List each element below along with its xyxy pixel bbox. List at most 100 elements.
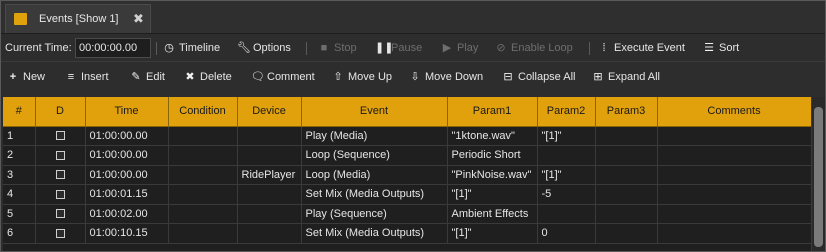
- param2-cell[interactable]: [537, 204, 596, 224]
- checkbox[interactable]: [55, 131, 65, 141]
- move-up-button[interactable]: ⇧ Move Up: [332, 69, 392, 85]
- current-time-input[interactable]: 00:00:00.00: [75, 38, 151, 58]
- condition-cell[interactable]: [168, 165, 238, 185]
- param1-cell[interactable]: "PinkNoise.wav": [447, 165, 538, 185]
- column-header-d[interactable]: D: [35, 97, 86, 127]
- insert-button[interactable]: ≡ Insert: [65, 69, 109, 85]
- time-cell[interactable]: 01:00:10.15: [85, 223, 169, 244]
- param2-cell[interactable]: [537, 145, 596, 166]
- column-header-number[interactable]: #: [3, 97, 36, 127]
- event-cell[interactable]: Set Mix (Media Outputs): [301, 223, 448, 244]
- sort-button[interactable]: ☰ Sort: [703, 40, 739, 56]
- comments-cell[interactable]: [657, 184, 811, 205]
- table-row[interactable]: 3 01:00:00.00 RidePlayer Loop (Media) "P…: [3, 165, 811, 185]
- column-header-param1[interactable]: Param1: [447, 97, 538, 127]
- column-header-event[interactable]: Event: [301, 97, 448, 127]
- time-cell[interactable]: 01:00:00.00: [85, 145, 169, 166]
- disabled-checkbox[interactable]: [35, 223, 86, 244]
- column-header-param3[interactable]: Param3: [595, 97, 658, 127]
- comments-cell[interactable]: [657, 165, 811, 185]
- param3-cell[interactable]: [595, 184, 658, 205]
- event-cell[interactable]: Loop (Sequence): [301, 145, 448, 166]
- device-cell[interactable]: [237, 204, 302, 224]
- param1-cell[interactable]: "[1]": [447, 184, 538, 205]
- edit-button[interactable]: ✎ Edit: [130, 69, 165, 85]
- column-header-param2[interactable]: Param2: [537, 97, 596, 127]
- param3-cell[interactable]: [595, 204, 658, 224]
- new-button[interactable]: + New: [7, 69, 45, 85]
- device-cell[interactable]: [237, 145, 302, 166]
- delete-button[interactable]: ✖ Delete: [184, 69, 231, 85]
- param3-cell[interactable]: [595, 223, 658, 244]
- time-cell[interactable]: 01:00:00.00: [85, 126, 169, 146]
- checkbox[interactable]: [55, 209, 65, 219]
- disabled-checkbox[interactable]: [35, 165, 86, 185]
- condition-cell[interactable]: [168, 184, 238, 205]
- event-cell[interactable]: Loop (Media): [301, 165, 448, 185]
- comments-cell[interactable]: [657, 145, 811, 166]
- toolbar-separator: [589, 42, 590, 55]
- vertical-scrollbar[interactable]: [811, 97, 825, 251]
- param2-cell[interactable]: 0: [537, 223, 596, 244]
- device-cell[interactable]: [237, 126, 302, 146]
- param3-cell[interactable]: [595, 145, 658, 166]
- comment-button[interactable]: 🗨︎ Comment: [251, 69, 315, 85]
- close-icon[interactable]: ✖: [133, 11, 144, 27]
- checkbox[interactable]: [55, 150, 65, 160]
- stop-button[interactable]: ■ Stop: [318, 40, 357, 56]
- comments-cell[interactable]: [657, 126, 811, 146]
- disabled-checkbox[interactable]: [35, 204, 86, 224]
- table-row[interactable]: 5 01:00:02.00 Play (Sequence) Ambient Ef…: [3, 204, 811, 224]
- device-cell[interactable]: RidePlayer: [237, 165, 302, 185]
- toolbar-separator: [156, 42, 157, 55]
- param1-cell[interactable]: "[1]": [447, 223, 538, 244]
- checkbox[interactable]: [55, 228, 65, 238]
- scrollbar-thumb[interactable]: [814, 107, 823, 247]
- disabled-checkbox[interactable]: [35, 145, 86, 166]
- param3-cell[interactable]: [595, 126, 658, 146]
- event-cell[interactable]: Play (Media): [301, 126, 448, 146]
- time-cell[interactable]: 01:00:02.00: [85, 204, 169, 224]
- param2-cell[interactable]: -5: [537, 184, 596, 205]
- time-cell[interactable]: 01:00:00.00: [85, 165, 169, 185]
- column-header-condition[interactable]: Condition: [168, 97, 238, 127]
- comments-cell[interactable]: [657, 223, 811, 244]
- event-cell[interactable]: Set Mix (Media Outputs): [301, 184, 448, 205]
- timeline-button[interactable]: ◷ Timeline: [163, 40, 220, 56]
- checkbox[interactable]: [55, 189, 65, 199]
- device-cell[interactable]: [237, 223, 302, 244]
- table-row[interactable]: 6 01:00:10.15 Set Mix (Media Outputs) "[…: [3, 223, 811, 244]
- param1-cell[interactable]: Periodic Short: [447, 145, 538, 166]
- enable-loop-button[interactable]: ⊘ Enable Loop: [495, 40, 572, 56]
- collapse-all-button[interactable]: ⊟ Collapse All: [502, 69, 575, 85]
- comments-cell[interactable]: [657, 204, 811, 224]
- param2-cell[interactable]: "[1]": [537, 165, 596, 185]
- condition-cell[interactable]: [168, 126, 238, 146]
- param1-cell[interactable]: "1ktone.wav": [447, 126, 538, 146]
- checkbox[interactable]: [55, 170, 65, 180]
- table-row[interactable]: 2 01:00:00.00 Loop (Sequence) Periodic S…: [3, 145, 811, 166]
- play-button[interactable]: ▶ Play: [441, 40, 479, 56]
- event-cell[interactable]: Play (Sequence): [301, 204, 448, 224]
- param3-cell[interactable]: [595, 165, 658, 185]
- column-header-time[interactable]: Time: [85, 97, 169, 127]
- expand-all-button[interactable]: ⊞ Expand All: [592, 69, 660, 85]
- device-cell[interactable]: [237, 184, 302, 205]
- column-header-device[interactable]: Device: [237, 97, 302, 127]
- table-row[interactable]: 4 01:00:01.15 Set Mix (Media Outputs) "[…: [3, 184, 811, 205]
- options-button[interactable]: 🔧︎ Options: [237, 40, 291, 56]
- param1-cell[interactable]: Ambient Effects: [447, 204, 538, 224]
- condition-cell[interactable]: [168, 145, 238, 166]
- condition-cell[interactable]: [168, 223, 238, 244]
- condition-cell[interactable]: [168, 204, 238, 224]
- pause-button[interactable]: ❚❚ Pause: [375, 40, 422, 56]
- column-header-comments[interactable]: Comments: [657, 97, 811, 127]
- param2-cell[interactable]: "[1]": [537, 126, 596, 146]
- disabled-checkbox[interactable]: [35, 184, 86, 205]
- table-row[interactable]: 1 01:00:00.00 Play (Media) "1ktone.wav" …: [3, 126, 811, 146]
- move-down-button[interactable]: ⇩ Move Down: [409, 69, 483, 85]
- execute-event-button[interactable]: ⁞ Execute Event: [598, 40, 684, 56]
- tab-events[interactable]: Events [Show 1] ✖: [5, 4, 151, 33]
- time-cell[interactable]: 01:00:01.15: [85, 184, 169, 205]
- disabled-checkbox[interactable]: [35, 126, 86, 146]
